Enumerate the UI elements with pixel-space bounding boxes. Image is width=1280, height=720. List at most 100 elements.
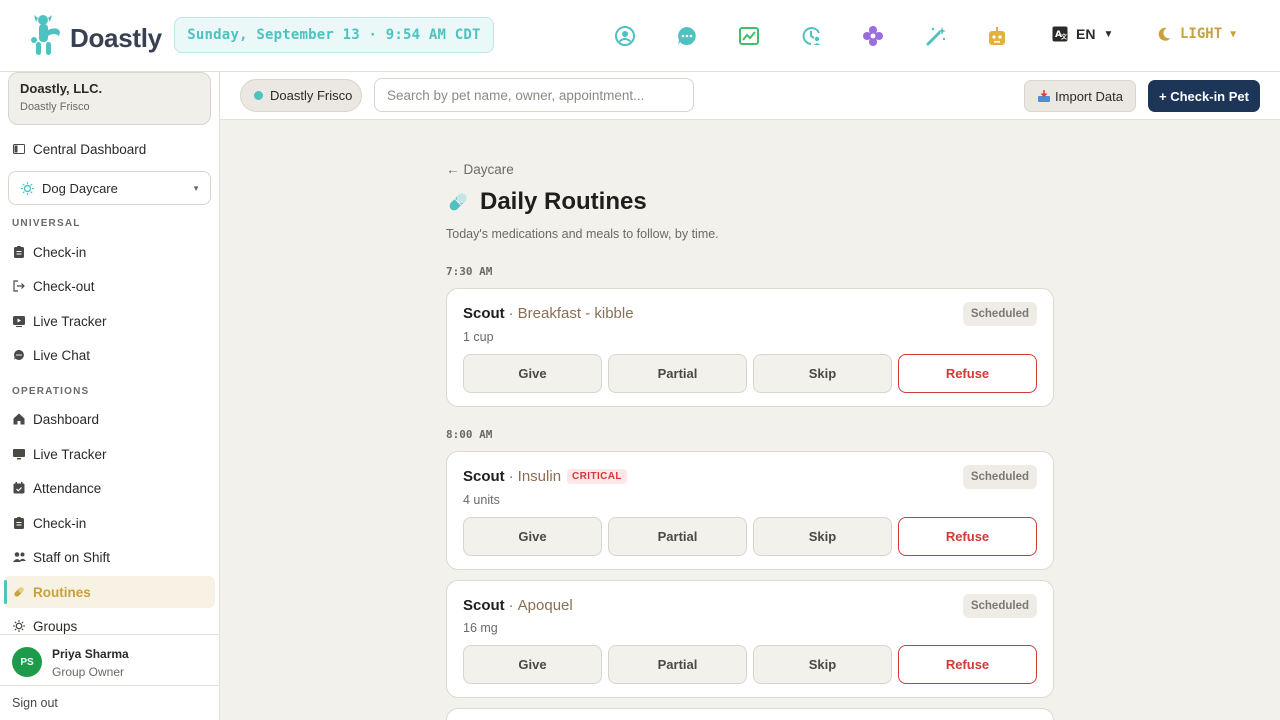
sidebar-item-live-tracker-ops[interactable]: Live Tracker [12, 443, 107, 465]
chat-icon[interactable] [675, 24, 699, 48]
sidebar-item-label: Routines [33, 584, 91, 600]
import-data-button[interactable]: Import Data [1024, 80, 1136, 112]
pill-icon [446, 190, 470, 214]
refuse-button[interactable]: Refuse [898, 354, 1037, 393]
sidebar-item-live-tracker[interactable]: Live Tracker [12, 310, 107, 332]
routine-title: Scout · Breakfast - kibble [463, 305, 634, 322]
sidebar-item-label: Live Chat [33, 347, 91, 363]
sidebar-item-label: Live Tracker [33, 313, 107, 329]
page-subtitle: Today's medications and meals to follow,… [446, 227, 719, 241]
sidebar-item-attendance[interactable]: Attendance [12, 477, 101, 499]
skip-button[interactable]: Skip [753, 645, 892, 684]
department-select[interactable]: Dog Daycare ▼ [8, 171, 211, 205]
sidebar-item-routines[interactable]: Routines [12, 581, 91, 603]
sidebar-item-dashboard[interactable]: Dashboard [12, 408, 99, 430]
give-button[interactable]: Give [463, 517, 602, 556]
sidebar-item-staff-on-shift[interactable]: Staff on Shift [12, 546, 110, 568]
skip-button[interactable]: Skip [753, 517, 892, 556]
language-label: EN [1076, 26, 1096, 42]
language-selector[interactable]: A文 EN ▼ [1052, 26, 1113, 42]
sidebar-active-indicator [4, 580, 7, 604]
pill-icon [12, 585, 26, 599]
status-badge: Scheduled [962, 302, 1037, 326]
time-group-label: 7:30 AM [446, 265, 493, 278]
sidebar-item-label: Check-out [33, 278, 95, 294]
routine-card: Scout · Breakfast - kibble Scheduled 1 c… [446, 288, 1054, 407]
partial-button[interactable]: Partial [608, 517, 747, 556]
give-button[interactable]: Give [463, 354, 602, 393]
user-circle-icon[interactable] [613, 24, 637, 48]
pet-name: Scout [463, 597, 505, 614]
sidebar-item-check-out[interactable]: Check-out [12, 275, 95, 297]
theme-selector[interactable]: LIGHT ▼ [1156, 26, 1236, 42]
separator: · [508, 597, 514, 614]
top-bar: Doastly Sunday, September 13 · 9:54 AM C… [0, 0, 1280, 72]
sidebar-item-live-chat[interactable]: Live Chat [12, 344, 90, 366]
routine-card [446, 708, 1054, 720]
routine-dose: 1 cup [463, 330, 494, 344]
breadcrumb[interactable]: ← Daycare [446, 162, 514, 177]
give-button[interactable]: Give [463, 645, 602, 684]
user-profile[interactable]: PS Priya Sharma Group Owner [0, 634, 219, 685]
sidebar-item-check-in-ops[interactable]: Check-in [12, 512, 86, 534]
sun-icon [21, 181, 34, 195]
current-datetime: Sunday, September 13 · 9:54 AM CDT [174, 17, 494, 53]
partial-button[interactable]: Partial [608, 645, 747, 684]
routine-actions: Give Partial Skip Refuse [463, 517, 1037, 556]
skip-button[interactable]: Skip [753, 354, 892, 393]
layout-icon [12, 142, 26, 156]
routine-item: Insulin [517, 468, 562, 485]
separator: · [508, 468, 514, 485]
refuse-button[interactable]: Refuse [898, 517, 1037, 556]
partial-button[interactable]: Partial [608, 354, 747, 393]
section-label-operations: OPERATIONS [12, 386, 90, 397]
location-pill[interactable]: Doastly Frisco [240, 79, 362, 112]
search-input[interactable] [374, 78, 694, 112]
sidebar: Doastly, LLC. Doastly Frisco Central Das… [0, 72, 220, 720]
clipboard-icon [12, 516, 26, 530]
sidebar-item-label: Attendance [33, 480, 102, 496]
routine-card: Scout · Insulin CRITICAL Scheduled 4 uni… [446, 451, 1054, 570]
calendar-check-icon [12, 481, 26, 495]
org-switcher[interactable]: Doastly, LLC. Doastly Frisco [8, 72, 211, 125]
import-data-label: Import Data [1055, 88, 1123, 104]
monitor-icon [12, 447, 26, 461]
logo[interactable]: Doastly [30, 12, 162, 58]
chart-icon[interactable] [737, 24, 761, 48]
clock-user-icon[interactable] [800, 24, 824, 48]
status-dot [254, 91, 263, 100]
people-icon [12, 550, 26, 564]
page-title: Daily Routines [446, 188, 647, 216]
separator: · [508, 305, 514, 322]
sidebar-item-label: Live Tracker [33, 446, 107, 462]
breadcrumb-label: Daycare [463, 162, 514, 177]
magic-wand-icon[interactable] [924, 24, 948, 48]
routine-card: Scout · Apoquel Scheduled 16 mg Give Par… [446, 580, 1054, 698]
sidebar-item-label: Groups [33, 618, 78, 634]
status-badge: Scheduled [962, 594, 1037, 618]
chat-bubble-icon [12, 348, 26, 362]
home-icon [12, 412, 26, 426]
sidebar-item-check-in[interactable]: Check-in [12, 241, 86, 263]
routine-title: Scout · Insulin CRITICAL [463, 468, 627, 485]
critical-badge: CRITICAL [567, 469, 627, 484]
routine-actions: Give Partial Skip Refuse [463, 645, 1037, 684]
robot-icon[interactable] [985, 24, 1009, 48]
chevron-down-icon: ▼ [1103, 28, 1114, 40]
sidebar-item-central-dashboard[interactable]: Central Dashboard [12, 138, 146, 160]
org-name: Doastly, LLC. [20, 81, 103, 96]
user-name: Priya Sharma [52, 647, 129, 661]
svg-text:文: 文 [1060, 33, 1068, 41]
pet-name: Scout [463, 468, 505, 485]
routine-actions: Give Partial Skip Refuse [463, 354, 1037, 393]
routine-item: Apoquel [517, 597, 573, 614]
user-role: Group Owner [52, 665, 125, 679]
settings-flower-icon[interactable] [861, 24, 885, 48]
routine-item: Breakfast - kibble [517, 305, 634, 322]
brand-name: Doastly [70, 22, 162, 53]
sign-out-link[interactable]: Sign out [0, 685, 219, 720]
check-in-pet-button[interactable]: + Check-in Pet [1148, 80, 1260, 112]
sidebar-item-label: Dashboard [33, 411, 100, 427]
refuse-button[interactable]: Refuse [898, 645, 1037, 684]
routine-dose: 16 mg [463, 621, 498, 635]
